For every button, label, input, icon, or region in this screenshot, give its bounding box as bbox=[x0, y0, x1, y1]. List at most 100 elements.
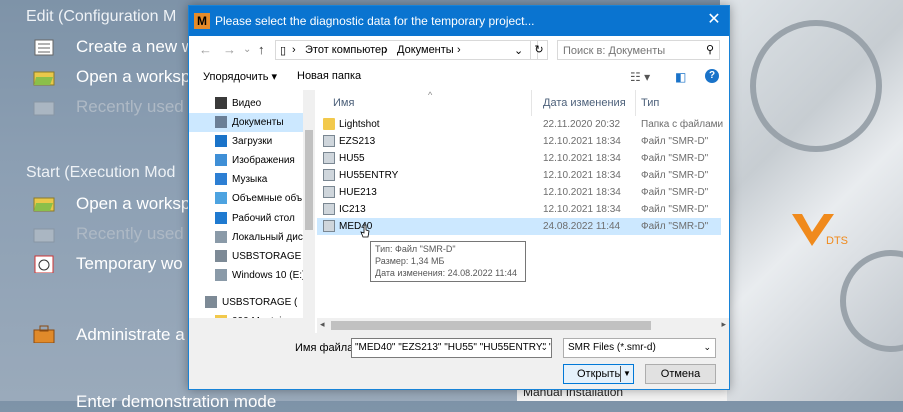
create-workspace-item[interactable]: Create a new w bbox=[76, 37, 194, 57]
file-row[interactable]: HU55 12.10.2021 18:34 Файл "SMR-D" bbox=[317, 150, 721, 167]
file-date: 24.08.2022 11:44 bbox=[543, 221, 621, 232]
scroll-right-icon[interactable]: ▸ bbox=[721, 319, 726, 330]
file-row[interactable]: Lightshot 22.11.2020 20:32 Папка с файлами bbox=[317, 116, 723, 133]
file-date: 12.10.2021 18:34 bbox=[543, 136, 621, 147]
close-icon[interactable]: ✕ bbox=[705, 11, 723, 29]
tooltip-date: Дата изменения: 24.08.2022 11:44 bbox=[375, 268, 518, 278]
navigation-horizontal-scrollbar[interactable] bbox=[189, 318, 315, 333]
sort-ascending-icon: ^ bbox=[428, 90, 433, 100]
refresh-icon[interactable]: ↻ bbox=[530, 40, 548, 60]
recent-locations-chevron-icon[interactable]: ⌄ bbox=[243, 44, 251, 55]
nav-item[interactable]: Windows 10 (E:) bbox=[189, 266, 307, 285]
nav-item-label: Загрузки bbox=[232, 136, 273, 147]
temporary-workspace-icon bbox=[34, 255, 54, 273]
smr-file-icon bbox=[323, 186, 335, 198]
file-row[interactable]: HUE213 12.10.2021 18:34 Файл "SMR-D" bbox=[317, 184, 721, 201]
chevron-down-icon[interactable]: ⌄ bbox=[540, 342, 548, 353]
open-button[interactable]: Открыть ▼ bbox=[563, 364, 634, 384]
temporary-workspace-item[interactable]: Temporary wo bbox=[76, 254, 183, 274]
column-header-type-label: Тип bbox=[641, 97, 660, 109]
file-name: HUE213 bbox=[339, 187, 377, 198]
filename-input[interactable]: "MED40" "EZS213" "HU55" "HU55ENTRY" " ⌄ bbox=[351, 338, 552, 358]
nav-item-label: Локальный дис bbox=[232, 232, 303, 243]
file-type: Файл "SMR-D" bbox=[641, 187, 709, 198]
usb-drive-icon bbox=[215, 250, 227, 262]
nav-item[interactable]: Объемные объ bbox=[189, 189, 307, 208]
computer-icon: ▯ bbox=[280, 45, 287, 57]
nav-item[interactable]: USBSTORAGE (D:) bbox=[189, 293, 297, 312]
file-row[interactable]: IC213 12.10.2021 18:34 Файл "SMR-D" bbox=[317, 201, 721, 218]
local-disk-icon bbox=[215, 231, 227, 243]
3d-objects-icon bbox=[215, 192, 227, 204]
file-row[interactable]: MED40 24.08.2022 11:44 Файл "SMR-D" bbox=[317, 218, 721, 235]
nav-item[interactable]: Рабочий стол bbox=[189, 209, 307, 228]
search-input[interactable] bbox=[563, 43, 703, 59]
smr-file-icon bbox=[323, 220, 335, 232]
demo-mode-item[interactable]: Enter demonstration mode bbox=[76, 392, 276, 412]
nav-item-label: Музыка bbox=[232, 174, 268, 185]
column-header-name[interactable]: Имя ^ bbox=[317, 90, 527, 116]
administrate-briefcase-icon bbox=[33, 325, 55, 343]
file-list-horizontal-scrollbar[interactable]: ◂ ▸ bbox=[317, 318, 729, 333]
open-options-dropdown-icon[interactable]: ▼ bbox=[620, 366, 633, 382]
scrollbar-thumb[interactable] bbox=[331, 321, 651, 330]
back-arrow-icon[interactable]: ← bbox=[199, 42, 212, 57]
organize-menu-button[interactable]: Упорядочить ▾ bbox=[203, 70, 277, 83]
breadcrumb-documents[interactable]: Документы bbox=[397, 44, 454, 56]
recent-workspace-icon bbox=[33, 228, 55, 243]
column-divider[interactable] bbox=[635, 90, 636, 116]
dialog-titlebar[interactable]: M Please select the diagnostic data for … bbox=[189, 6, 729, 36]
chevron-down-icon[interactable]: ⌄ bbox=[703, 342, 711, 353]
documents-icon bbox=[215, 116, 227, 128]
open-workspace-item[interactable]: Open a worksp bbox=[76, 67, 190, 87]
folder-icon bbox=[323, 118, 335, 130]
up-arrow-icon[interactable]: ↑ bbox=[258, 42, 265, 57]
cancel-button[interactable]: Отмена bbox=[645, 364, 716, 384]
breadcrumb-separator-icon: › bbox=[384, 44, 388, 56]
app-icon: M bbox=[194, 13, 210, 29]
help-icon[interactable]: ? bbox=[705, 69, 719, 83]
file-row[interactable]: EZS213 12.10.2021 18:34 Файл "SMR-D" bbox=[317, 133, 721, 150]
nav-item[interactable]: Документы bbox=[189, 113, 307, 132]
file-list: Имя ^ Дата изменения Тип Lightshot 22.11.… bbox=[317, 90, 729, 318]
nav-item[interactable]: Локальный дис bbox=[189, 228, 307, 247]
preview-pane-icon[interactable]: ◧ bbox=[675, 70, 686, 84]
recently-used-item: Recently used bbox=[76, 224, 184, 243]
car-background-image bbox=[720, 0, 903, 401]
search-icon[interactable]: ⚲ bbox=[706, 43, 714, 56]
nav-item[interactable]: Музыка bbox=[189, 170, 307, 189]
new-folder-button[interactable]: Новая папка bbox=[297, 70, 361, 82]
nav-item[interactable]: USBSTORAGE (D bbox=[189, 247, 307, 266]
wheel-rim-decoration bbox=[840, 250, 903, 352]
mouse-pointer-icon bbox=[360, 224, 370, 238]
nav-item[interactable]: Загрузки bbox=[189, 132, 307, 151]
address-bar[interactable]: ▯ › Этот компьютер › Документы › ⌄ bbox=[275, 40, 538, 60]
filetype-select[interactable]: SMR Files (*.smr-d) ⌄ bbox=[563, 338, 716, 358]
video-icon bbox=[215, 97, 227, 109]
forward-arrow-icon[interactable]: → bbox=[223, 42, 236, 57]
column-header-type[interactable]: Тип bbox=[641, 90, 721, 116]
nav-item[interactable]: Изображения bbox=[189, 151, 307, 170]
nav-item-label: Изображения bbox=[232, 155, 295, 166]
scroll-left-icon[interactable]: ◂ bbox=[320, 319, 325, 330]
address-dropdown-chevron-icon[interactable]: ⌄ bbox=[514, 44, 523, 57]
nav-item-label: Windows 10 (E:) bbox=[232, 270, 306, 281]
desktop-icon bbox=[215, 212, 227, 224]
file-date: 12.10.2021 18:34 bbox=[543, 170, 621, 181]
nav-item-label: USBSTORAGE (D:) bbox=[222, 297, 297, 308]
navigation-pane-scrollbar[interactable] bbox=[303, 90, 315, 333]
nav-item-label: Рабочий стол bbox=[232, 213, 295, 224]
nav-item[interactable]: Видео bbox=[189, 94, 307, 113]
breadcrumb-this-pc[interactable]: Этот компьютер bbox=[305, 44, 387, 56]
view-options-icon[interactable]: ☷ ▾ bbox=[630, 70, 650, 84]
administrate-item[interactable]: Administrate a bbox=[76, 325, 185, 345]
column-header-date[interactable]: Дата изменения bbox=[543, 90, 637, 116]
file-name: IC213 bbox=[339, 204, 366, 215]
file-row[interactable]: HU55ENTRY 12.10.2021 18:34 Файл "SMR-D" bbox=[317, 167, 721, 184]
open-workspace-item[interactable]: Open a worksp bbox=[76, 194, 190, 214]
column-header-name-label: Имя bbox=[333, 97, 355, 109]
search-box[interactable]: ⚲ bbox=[557, 40, 720, 60]
scrollbar-thumb[interactable] bbox=[305, 130, 313, 230]
column-divider[interactable] bbox=[531, 90, 532, 116]
nav-item-label: Объемные объ bbox=[232, 193, 303, 204]
